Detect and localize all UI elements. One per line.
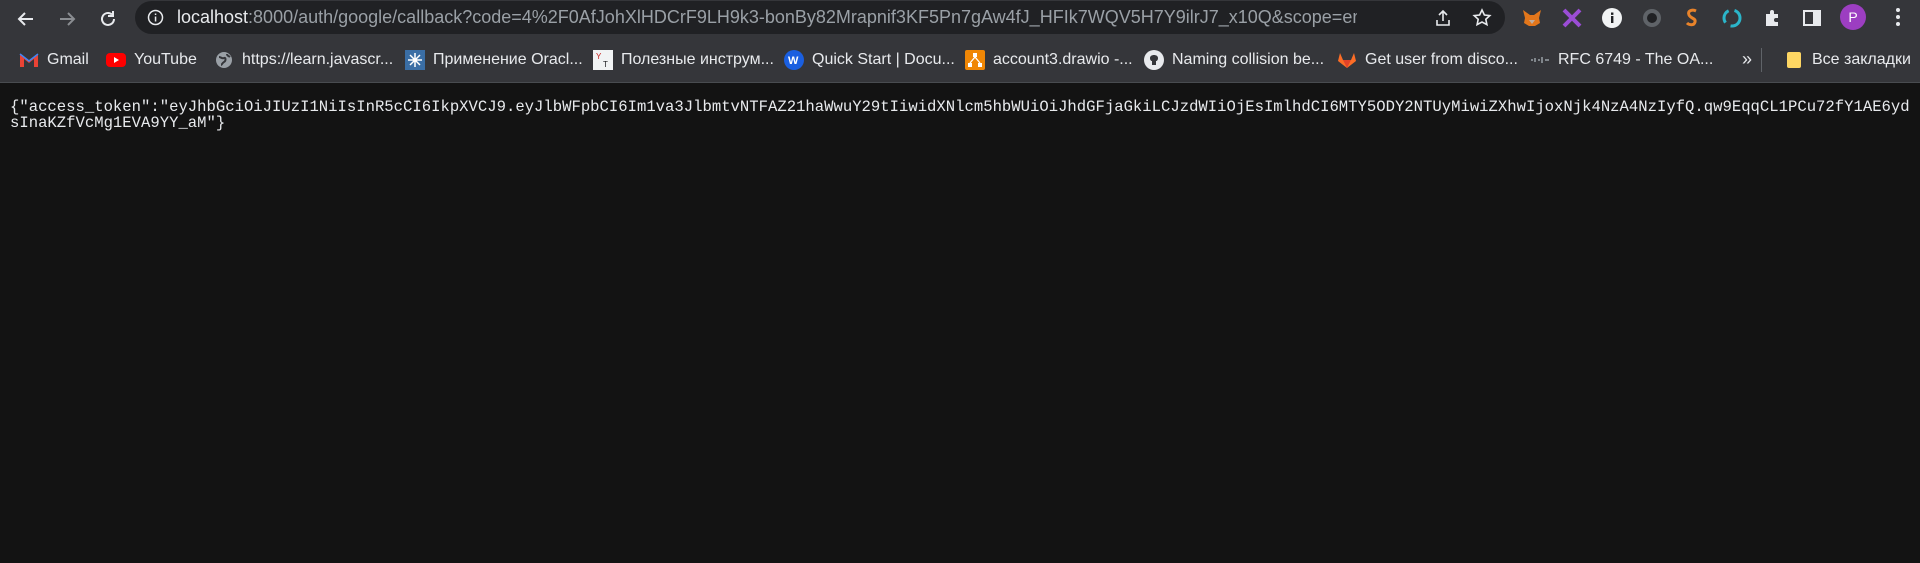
- s-logo-icon: [1685, 8, 1697, 27]
- purple-x-icon: [1562, 8, 1582, 28]
- globe-icon: [214, 50, 234, 70]
- bookmark-label: RFC 6749 - The OA...: [1558, 50, 1714, 68]
- url-path: :8000/auth/google/callback?code=4%2F0AfJ…: [248, 7, 1357, 27]
- bookmark-label: Gmail: [47, 50, 89, 68]
- dark-extension[interactable]: [1640, 6, 1664, 30]
- bookmark-label: Полезные инструм...: [621, 50, 774, 68]
- side-panel-button[interactable]: [1800, 6, 1824, 30]
- bookmark-label: YouTube: [134, 50, 197, 68]
- bookmark-youtube[interactable]: YouTube: [106, 37, 197, 82]
- more-bookmarks-icon: »: [1742, 49, 1753, 69]
- bookmark-star-button[interactable]: [1471, 7, 1493, 29]
- w-logo-icon: W: [784, 49, 804, 70]
- rfc-icon: [1530, 50, 1550, 70]
- json-response-text: {"access_token":"eyJhbGciOiJIUzI1NiIsInR…: [10, 98, 1910, 132]
- reload-button[interactable]: [93, 4, 123, 34]
- dark-mode-icon: [1643, 9, 1661, 27]
- bookmarks-bar: Gmail YouTube https://learn.javascr... П…: [0, 37, 1920, 83]
- cross-extension[interactable]: [1560, 6, 1584, 30]
- back-arrow-icon: [17, 12, 33, 26]
- sync-extension[interactable]: [1720, 6, 1744, 30]
- share-icon: [1436, 9, 1450, 26]
- back-button[interactable]: [11, 4, 41, 34]
- github-icon: [1144, 49, 1164, 70]
- youtube-icon: [106, 50, 126, 70]
- metamask-extension[interactable]: [1520, 6, 1544, 30]
- drawio-icon: [965, 49, 985, 70]
- oracle-icon: [405, 49, 425, 70]
- kebab-menu-icon: [1896, 8, 1900, 26]
- sync-icon: [1722, 8, 1742, 28]
- bookmark-label: Get user from disco...: [1365, 50, 1518, 68]
- share-button[interactable]: [1432, 7, 1454, 29]
- fox-icon: [1523, 10, 1541, 26]
- bookmark-label: account3.drawio -...: [993, 50, 1133, 68]
- bookmark-learn-javascript[interactable]: https://learn.javascr...: [214, 37, 393, 82]
- url-text[interactable]: localhost:8000/auth/google/callback?code…: [177, 1, 1357, 34]
- gmail-icon: [19, 50, 39, 70]
- bookmark-drawio[interactable]: account3.drawio -...: [965, 37, 1133, 82]
- bookmark-label: Применение Oracl...: [433, 50, 583, 68]
- gitlab-icon: [1337, 50, 1357, 70]
- profile-avatar[interactable]: P: [1840, 4, 1866, 30]
- s-extension[interactable]: [1680, 6, 1704, 30]
- address-bar[interactable]: localhost:8000/auth/google/callback?code…: [135, 1, 1505, 34]
- page-content: {"access_token":"eyJhbGciOiJIUzI1NiIsInR…: [0, 83, 1920, 563]
- reload-icon: [101, 11, 115, 26]
- bookmark-quick-start[interactable]: W Quick Start | Docu...: [784, 37, 955, 82]
- bookmark-tools[interactable]: YT Полезные инструм...: [593, 37, 774, 82]
- site-info-icon[interactable]: [147, 9, 164, 26]
- extensions-button[interactable]: [1760, 6, 1784, 30]
- bookmark-label: Naming collision be...: [1172, 50, 1325, 68]
- side-panel-icon: [1803, 10, 1821, 26]
- info-circle-icon: [1602, 8, 1622, 28]
- info-extension[interactable]: [1600, 6, 1624, 30]
- tools-icon: YT: [593, 49, 613, 70]
- bookmark-naming-collision[interactable]: Naming collision be...: [1144, 37, 1324, 82]
- bookmark-label: https://learn.javascr...: [242, 50, 394, 68]
- bookmark-rfc-6749[interactable]: RFC 6749 - The OA...: [1530, 37, 1713, 82]
- bookmark-gmail[interactable]: Gmail: [19, 37, 89, 82]
- bookmark-label: Quick Start | Docu...: [812, 50, 955, 68]
- folder-icon: [1784, 50, 1804, 70]
- svg-text:T: T: [603, 60, 608, 69]
- puzzle-icon: [1766, 10, 1778, 26]
- more-bookmarks-button[interactable]: »: [1742, 37, 1752, 82]
- bookmark-label: Все закладки: [1812, 50, 1911, 68]
- browser-toolbar: localhost:8000/auth/google/callback?code…: [0, 0, 1920, 37]
- bookmark-gitlab[interactable]: Get user from disco...: [1337, 37, 1518, 82]
- svg-text:W: W: [788, 55, 799, 67]
- forward-arrow-icon: [60, 12, 76, 26]
- forward-button[interactable]: [52, 4, 82, 34]
- browser-menu-button[interactable]: [1886, 5, 1910, 29]
- url-host: localhost: [177, 7, 249, 27]
- all-bookmarks-folder[interactable]: Все закладки: [1761, 37, 1911, 82]
- star-icon: [1472, 8, 1492, 27]
- bookmark-oracle[interactable]: Применение Oracl...: [405, 37, 583, 82]
- bookmarks-divider: [1761, 48, 1762, 72]
- svg-text:Y: Y: [596, 52, 602, 61]
